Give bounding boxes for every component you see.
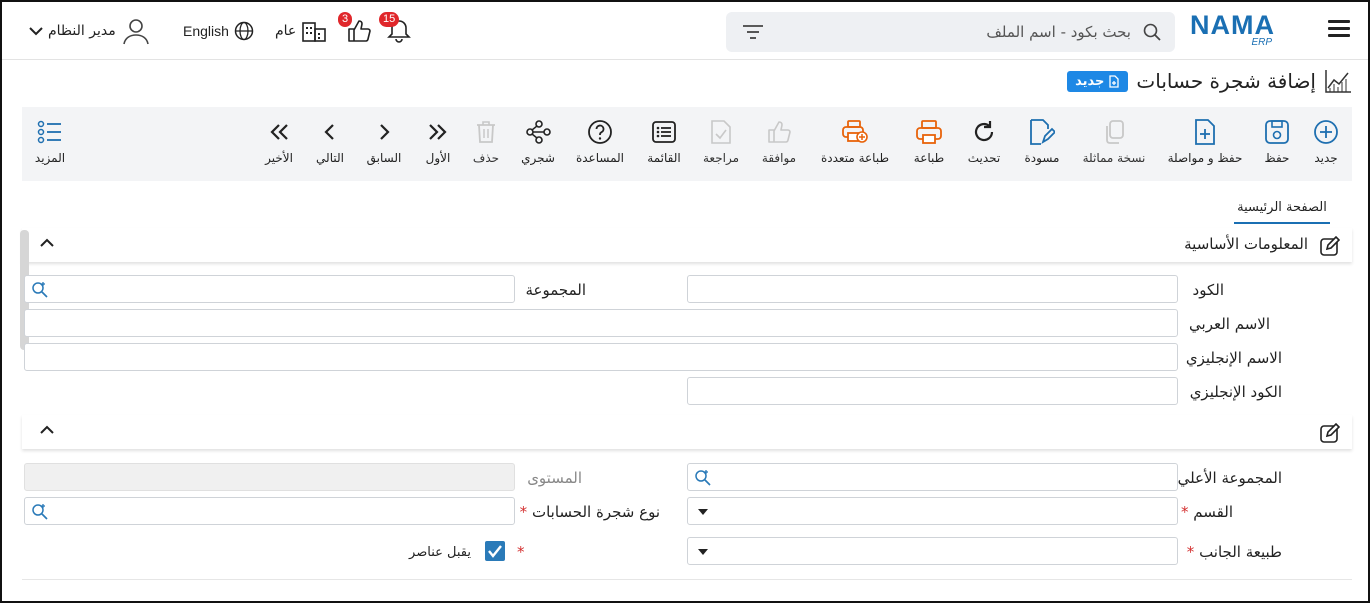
logo[interactable]: NAMA ERP	[1190, 11, 1286, 49]
thumbs-up-icon	[766, 117, 792, 147]
lookup-search-icon[interactable]	[31, 281, 49, 299]
notifications-button[interactable]: 15	[379, 12, 411, 46]
printer-icon	[915, 117, 943, 147]
trash-icon	[476, 117, 496, 147]
parent-group-lookup-input[interactable]	[687, 463, 1178, 491]
english-name-input[interactable]	[24, 343, 1178, 371]
doc-check-icon	[710, 117, 732, 147]
language-selector[interactable]: English	[183, 16, 254, 46]
help-icon	[587, 117, 613, 147]
arabic-name-label: الاسم العربي	[1189, 315, 1270, 333]
list-icon	[651, 117, 677, 147]
side-nature-select[interactable]	[687, 537, 1178, 565]
double-chevron-left-icon	[269, 117, 289, 147]
new-doc-icon	[1109, 74, 1120, 88]
top-bar: NAMA ERP بحث بكود - اسم الملف 15 3 عام E…	[2, 2, 1368, 60]
copy-icon	[1103, 117, 1125, 147]
chevron-up-icon[interactable]	[40, 238, 54, 248]
logo-subtext: ERP	[1251, 37, 1272, 48]
tab-main[interactable]: الصفحة الرئيسية	[1234, 198, 1330, 224]
company-selector[interactable]: عام	[275, 16, 327, 46]
avatar-icon	[121, 16, 151, 46]
account-tree-type-label: نوع شجرة الحسابات *	[520, 503, 660, 521]
side-nature-text: طبيعة الجانب	[1199, 543, 1282, 561]
refresh-icon	[972, 117, 996, 147]
english-name-label: الاسم الإنجليزي	[1185, 349, 1282, 367]
chart-icon	[1324, 68, 1352, 94]
caret-down-icon	[698, 509, 708, 515]
section-details-header[interactable]	[22, 415, 1352, 449]
accepts-items-label: يقبل عناصر	[409, 545, 471, 560]
chevron-down-icon	[29, 26, 43, 36]
user-menu[interactable]: مدير النظام	[29, 16, 151, 46]
likes-button[interactable]: 3	[338, 12, 372, 46]
english-code-input[interactable]	[687, 377, 1178, 405]
globe-icon	[234, 21, 254, 41]
buildings-icon	[301, 19, 327, 43]
page-title: إضافة شجرة حسابات	[1136, 69, 1316, 93]
section-basic-info-header[interactable]: المعلومات الأساسية	[22, 228, 1352, 262]
logo-text: NAMA	[1190, 10, 1275, 40]
last-button[interactable]: الأخير	[239, 117, 319, 165]
menu-icon[interactable]	[1328, 20, 1350, 40]
section-label-text: القسم	[1193, 503, 1233, 521]
required-mark: *	[1181, 503, 1189, 521]
action-toolbar: جديد حفظ حفظ و مواصلة نسخة مماثلة مسودة …	[22, 107, 1352, 181]
edit-doc-icon	[1029, 117, 1055, 147]
save-button[interactable]: حفظ	[1237, 117, 1317, 165]
search-bar[interactable]: بحث بكود - اسم الملف	[726, 12, 1175, 52]
save-icon	[1264, 117, 1290, 147]
accepts-items-required-mark: *	[517, 543, 525, 561]
lookup-search-icon[interactable]	[694, 469, 712, 487]
file-plus-icon	[1194, 117, 1216, 147]
save-continue-button[interactable]: حفظ و مواصلة	[1165, 117, 1245, 165]
duplicate-button[interactable]: نسخة مماثلة	[1074, 117, 1154, 165]
multi-printer-icon	[841, 117, 869, 147]
double-chevron-right-icon	[428, 117, 448, 147]
parent-group-label: المجموعة الأعلي	[1177, 469, 1282, 487]
multi-print-button[interactable]: طباعة متعددة	[815, 117, 895, 165]
search-icon[interactable]	[1143, 23, 1161, 41]
account-tree-type-lookup-input[interactable]	[24, 497, 515, 525]
language-label: English	[183, 23, 229, 39]
side-nature-label: طبيعة الجانب *	[1187, 543, 1282, 561]
section-title: المعلومات الأساسية	[1184, 235, 1308, 253]
level-input	[24, 463, 515, 491]
group-lookup-input[interactable]	[24, 275, 515, 303]
section-select[interactable]	[687, 497, 1178, 525]
notifications-badge: 15	[379, 12, 400, 27]
filter-icon[interactable]	[742, 24, 764, 40]
edit-icon	[1320, 423, 1340, 443]
new-status-badge: جديد	[1067, 70, 1129, 92]
required-mark: *	[1186, 543, 1195, 561]
user-label: مدير النظام	[48, 23, 116, 39]
divider	[22, 579, 1352, 580]
group-label: المجموعة	[525, 281, 586, 299]
arabic-name-input[interactable]	[24, 309, 1178, 337]
lookup-search-icon[interactable]	[31, 503, 49, 521]
chevron-left-icon	[324, 117, 336, 147]
checkmark-icon	[488, 545, 502, 558]
edit-icon	[1320, 236, 1340, 256]
caret-down-icon	[698, 549, 708, 555]
section-label: القسم *	[1181, 503, 1233, 521]
likes-badge: 3	[338, 12, 353, 27]
more-list-icon	[37, 117, 63, 147]
accepts-items-checkbox[interactable]	[485, 541, 505, 561]
chevron-right-icon	[378, 117, 390, 147]
code-label: الكود	[1192, 281, 1224, 299]
required-mark: *	[519, 503, 528, 521]
english-code-label: الكود الإنجليزي	[1189, 383, 1282, 401]
search-placeholder: بحث بكود - اسم الملف	[986, 23, 1131, 41]
new-badge-label: جديد	[1075, 73, 1105, 89]
page-header: إضافة شجرة حسابات جديد	[1067, 64, 1352, 98]
level-label: المستوى	[527, 469, 582, 487]
tree-icon	[525, 117, 551, 147]
code-input[interactable]	[687, 275, 1178, 303]
print-button[interactable]: طباعة	[889, 117, 969, 165]
chevron-up-icon[interactable]	[40, 425, 54, 435]
company-label: عام	[275, 23, 297, 39]
account-tree-type-text: نوع شجرة الحسابات	[531, 503, 660, 521]
more-button[interactable]: المزيد	[10, 117, 90, 165]
